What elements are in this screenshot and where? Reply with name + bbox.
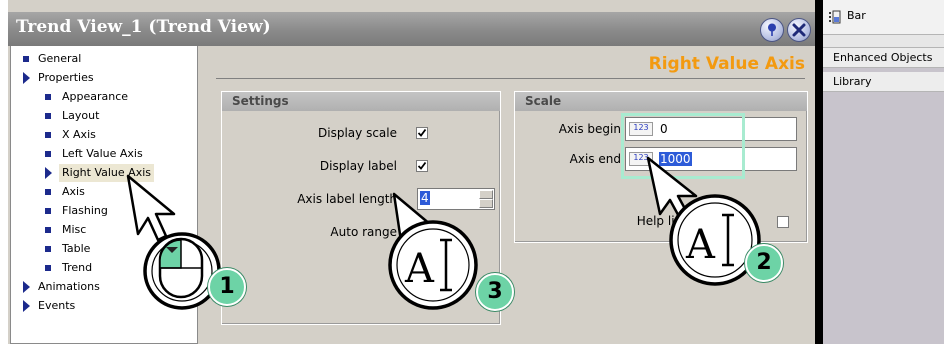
bullet-icon xyxy=(45,208,51,214)
expand-arrow-icon[interactable] xyxy=(23,300,30,312)
display-scale-label: Display scale xyxy=(318,126,397,140)
tools-list: Bar xyxy=(823,0,944,48)
splitter-handle[interactable] xyxy=(823,34,944,48)
dock-separator xyxy=(815,0,823,344)
settings-header-label: Settings xyxy=(232,94,289,108)
callout-badge-2: 2 xyxy=(745,244,783,282)
text-input-icon: A xyxy=(404,246,435,292)
window-title: Trend View_1 (Trend View) xyxy=(16,17,271,37)
tab-label: Enhanced Objects xyxy=(833,51,933,64)
expand-arrow-icon[interactable] xyxy=(23,72,30,84)
tree-item-label: Layout xyxy=(62,109,100,122)
display-scale-checkbox[interactable] xyxy=(416,127,428,139)
title-divider xyxy=(216,78,805,79)
bullet-icon xyxy=(45,265,51,271)
bullet-icon xyxy=(45,227,51,233)
callout-number: 3 xyxy=(487,279,503,304)
axis-begin-label: Axis begin xyxy=(558,122,621,136)
tree-item-x-axis[interactable]: X Axis xyxy=(11,126,197,144)
tree-item-properties[interactable]: Properties xyxy=(11,69,197,87)
tree-item-label: Misc xyxy=(62,223,87,236)
display-label-label: Display label xyxy=(319,159,397,173)
tree-item-label: Axis xyxy=(62,185,85,198)
cursor-arrow-icon xyxy=(126,174,176,242)
bullet-icon xyxy=(45,246,51,252)
tree-item-label: Events xyxy=(38,299,76,312)
tree-item-label: Appearance xyxy=(62,90,129,103)
axis-end-label: Axis end xyxy=(569,152,621,166)
tool-item-label: Bar xyxy=(847,9,866,22)
scale-header: Scale xyxy=(515,92,807,111)
tools-dock: Bar Enhanced Objects Library xyxy=(823,0,944,344)
title-bar: Trend View_1 (Trend View) xyxy=(8,12,815,46)
checkmark-icon xyxy=(417,161,427,170)
pin-icon xyxy=(768,23,776,36)
bullet-icon xyxy=(45,189,51,195)
tab-enhanced-objects[interactable]: Enhanced Objects xyxy=(823,48,944,68)
tree-item-label: X Axis xyxy=(62,128,96,141)
tree-item-label: Properties xyxy=(38,71,94,84)
tree-item-layout[interactable]: Layout xyxy=(11,107,197,125)
tree-item-label: Trend xyxy=(62,261,93,274)
bar-icon xyxy=(829,10,841,24)
tab-label: Library xyxy=(833,75,872,88)
callout-badge-3: 3 xyxy=(476,273,514,311)
callout-number: 2 xyxy=(756,250,772,275)
tree-item-label: General xyxy=(38,52,82,65)
bullet-icon xyxy=(45,94,51,100)
tab-library[interactable]: Library xyxy=(823,72,944,92)
expand-arrow-icon[interactable] xyxy=(23,281,30,293)
close-icon xyxy=(792,23,806,37)
tree-item-general[interactable]: General xyxy=(11,50,197,68)
bullet-icon xyxy=(45,151,51,157)
close-button[interactable] xyxy=(787,18,811,42)
tree-item-label: Animations xyxy=(38,280,100,293)
scale-header-label: Scale xyxy=(525,94,562,108)
pin-button[interactable] xyxy=(760,18,784,42)
bullet-icon xyxy=(45,132,51,138)
bullet-icon xyxy=(45,113,51,119)
bullet-icon xyxy=(23,56,29,62)
callout-number: 1 xyxy=(219,274,235,299)
selected-arrow-icon xyxy=(45,167,52,179)
checkmark-icon xyxy=(417,128,427,137)
callout-badge-1: 1 xyxy=(208,268,246,306)
text-input-icon: A xyxy=(685,222,716,268)
tree-item-appearance[interactable]: Appearance xyxy=(11,88,197,106)
settings-header: Settings xyxy=(222,92,500,111)
help-line-checkbox[interactable] xyxy=(777,216,789,228)
tree-item-label: Table xyxy=(62,242,91,255)
display-label-checkbox[interactable] xyxy=(416,160,428,172)
panel-title: Right Value Axis xyxy=(648,54,805,74)
tool-item-bar[interactable]: Bar xyxy=(823,7,944,27)
